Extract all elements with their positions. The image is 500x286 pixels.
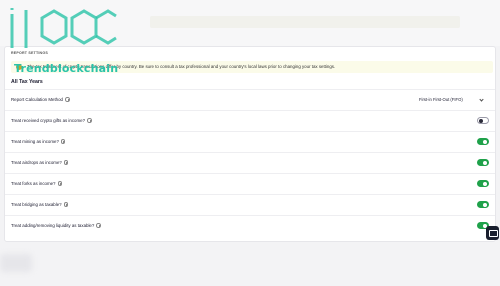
- top-banner: [150, 16, 460, 28]
- info-icon[interactable]: [63, 160, 69, 165]
- toggle-knob: [483, 182, 487, 186]
- footer-placeholder: [0, 254, 32, 272]
- hexagon-logo-icon: [10, 8, 117, 48]
- section-title: All Tax Years: [11, 79, 43, 85]
- setting-label: Treat adding/removing liquidity as taxab…: [11, 223, 95, 228]
- setting-row-mining: Treat mining as income?: [5, 131, 495, 152]
- forks-toggle[interactable]: [477, 180, 489, 187]
- row-report-method: Report Calculation Method First-in First…: [5, 89, 495, 110]
- setting-row-bridging: Treat bridging as taxable?: [5, 194, 495, 215]
- airdrops-toggle[interactable]: [477, 159, 489, 166]
- toggle-knob: [483, 140, 487, 144]
- info-icon[interactable]: [87, 118, 92, 123]
- watermark-text: Trendblockchain: [14, 62, 119, 75]
- mining-toggle[interactable]: [477, 138, 489, 145]
- setting-row-gifts: Treat received crypto gifts as income?: [5, 110, 495, 131]
- setting-label: Treat bridging as taxable?: [11, 202, 62, 207]
- setting-label: Treat received crypto gifts as income?: [11, 118, 86, 123]
- setting-row-forks: Treat forks as income?: [5, 173, 495, 194]
- setting-row-liquidity: Treat adding/removing liquidity as taxab…: [5, 215, 495, 236]
- setting-label: Treat forks as income?: [11, 181, 56, 186]
- toggle-knob: [483, 203, 487, 207]
- toggle-knob: [483, 161, 487, 165]
- info-icon[interactable]: [96, 223, 101, 228]
- chat-icon[interactable]: [486, 226, 499, 240]
- toggle-knob: [479, 119, 483, 123]
- setting-row-airdrops: Treat airdrops as income?: [5, 152, 495, 173]
- gifts-toggle[interactable]: [477, 117, 489, 124]
- report-method-value: First-in First-Out (FIFO): [419, 97, 463, 102]
- watermark-logo: Trendblockchain: [6, 6, 118, 78]
- setting-label: Treat airdrops as income?: [11, 160, 62, 165]
- info-icon[interactable]: [63, 202, 69, 207]
- info-icon[interactable]: [60, 139, 66, 144]
- chevron-down-icon: [479, 97, 484, 102]
- report-method-select[interactable]: First-in First-Out (FIFO): [409, 94, 489, 106]
- info-icon[interactable]: [65, 97, 70, 102]
- info-icon[interactable]: [57, 181, 62, 186]
- setting-label: Treat mining as income?: [11, 139, 59, 144]
- bridging-toggle[interactable]: [477, 201, 489, 208]
- report-method-label: Report Calculation Method: [11, 97, 63, 102]
